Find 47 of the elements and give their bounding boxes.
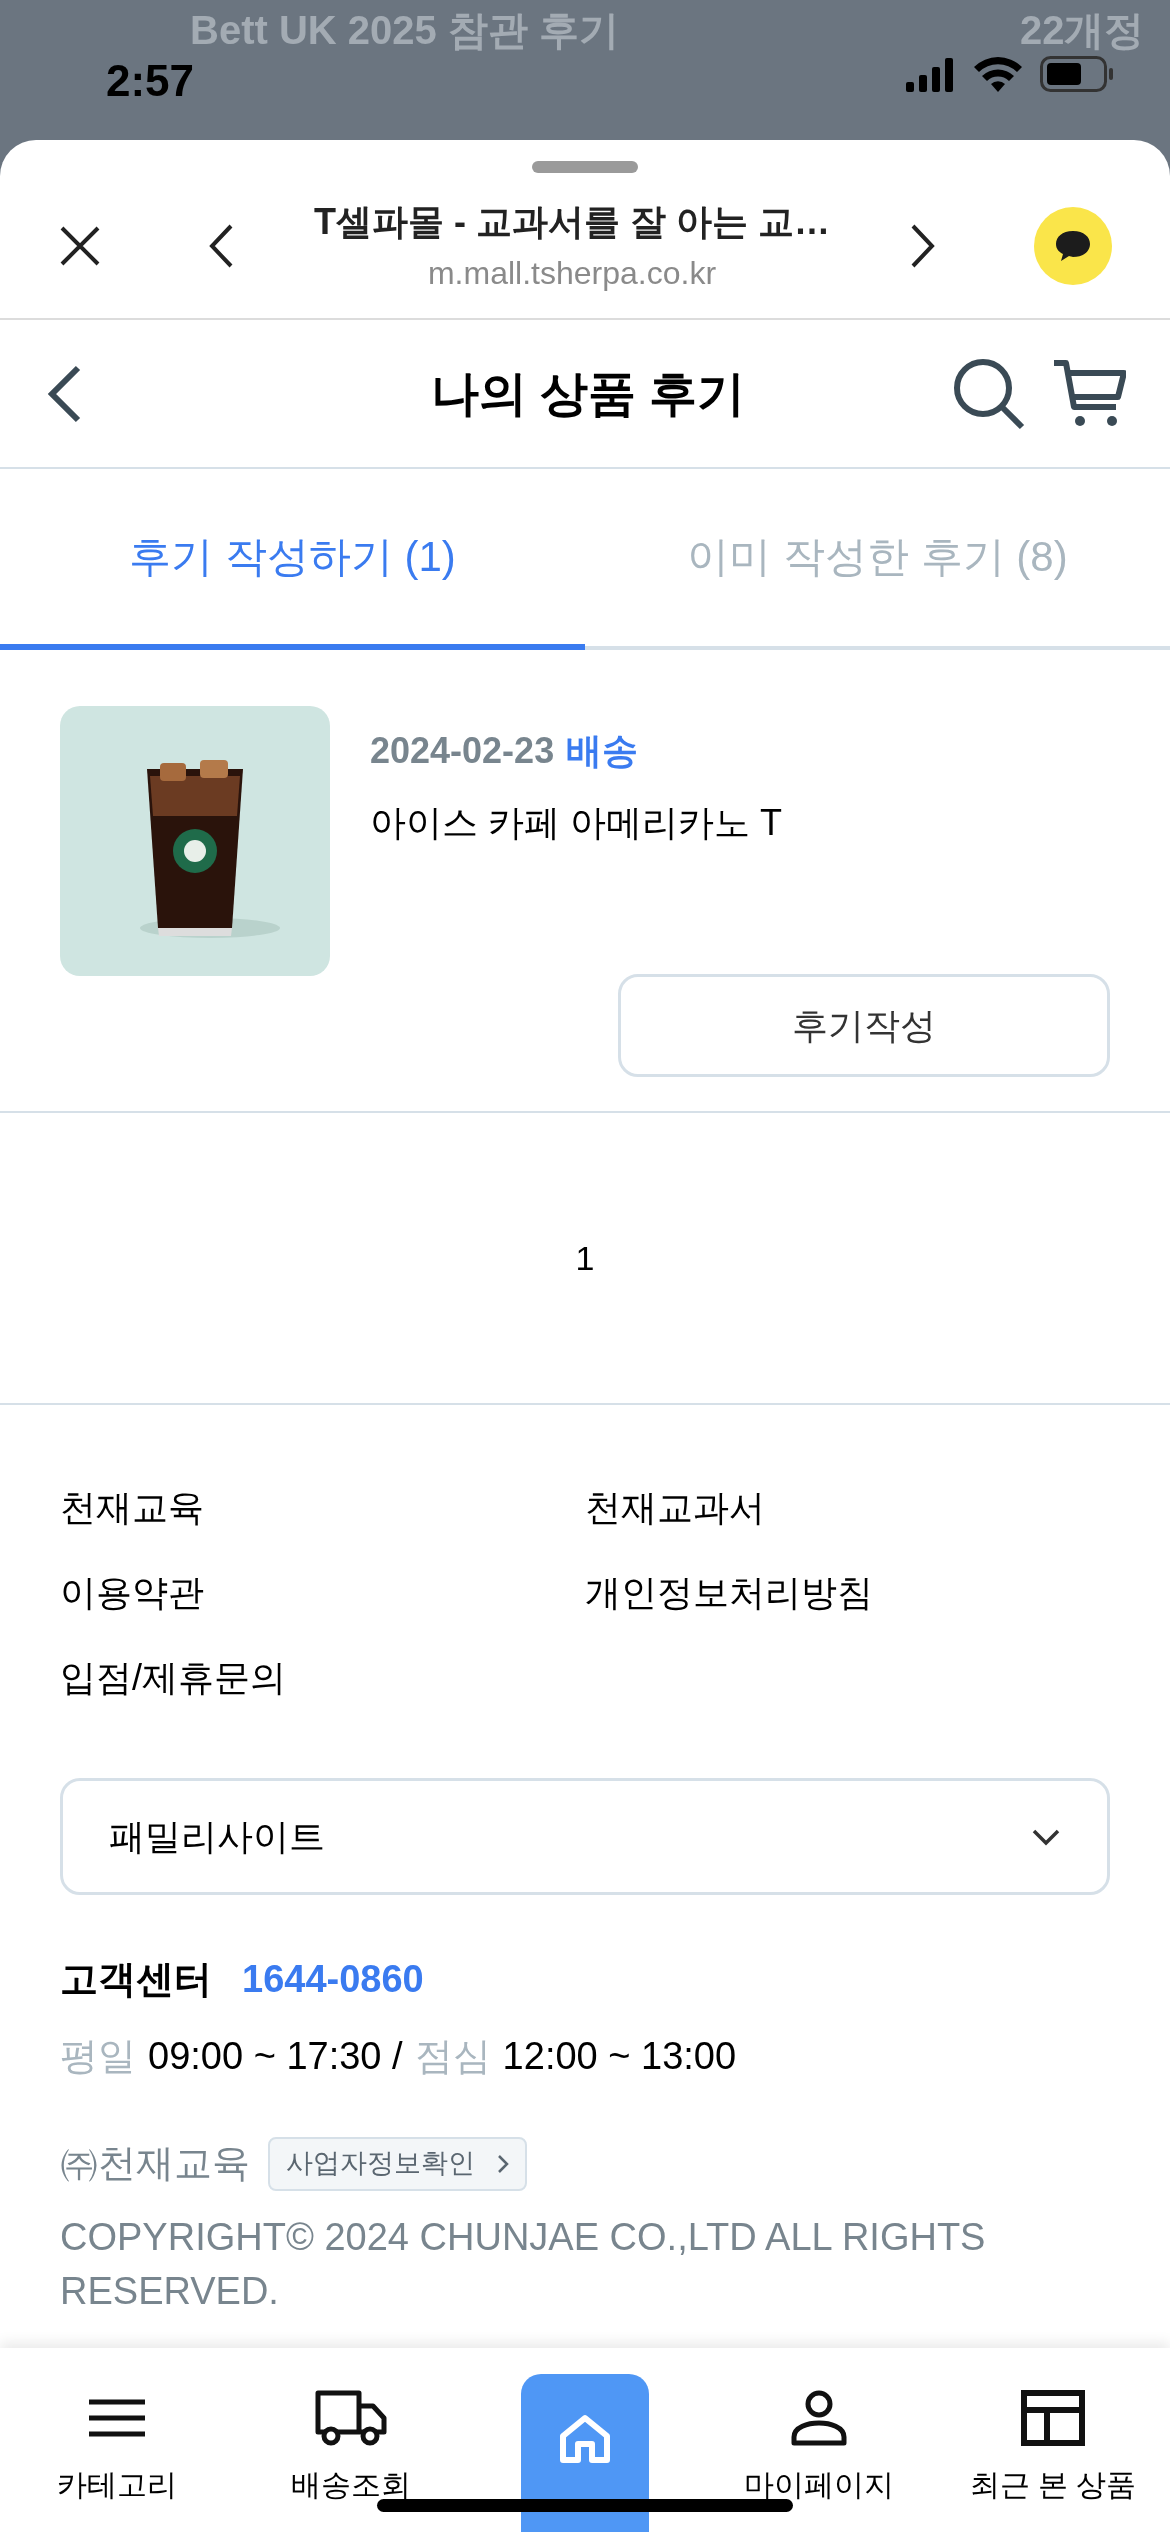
business-info-button[interactable]: 사업자정보확인 (268, 2136, 527, 2191)
home-button[interactable] (521, 2374, 649, 2532)
cart-icon[interactable] (1052, 358, 1126, 429)
page-number[interactable]: 1 (575, 1232, 595, 1284)
home-icon (559, 2414, 611, 2464)
hours-label: 평일 (60, 2034, 136, 2079)
chat-icon[interactable] (1034, 206, 1112, 285)
hours-value: 12:00 ~ 13:00 (502, 2034, 737, 2079)
forward-icon[interactable] (910, 222, 936, 269)
menu-icon (89, 2398, 145, 2438)
write-review-button[interactable]: 후기작성 (618, 974, 1110, 1077)
chevron-right-icon (497, 2153, 509, 2174)
phone-link[interactable]: 1644-0860 (242, 1951, 424, 2008)
footer-link[interactable]: 천재교육 (60, 1487, 204, 1528)
sheet-handle[interactable] (532, 161, 638, 173)
status-time: 2:57 (106, 55, 195, 107)
chevron-down-icon (1031, 1827, 1061, 1846)
company-name: ㈜천재교육 (60, 2141, 250, 2186)
footer-link[interactable]: 입점/제휴문의 (60, 1657, 286, 1698)
footer-link[interactable]: 이용약관 (60, 1572, 204, 1613)
page-title: T셀파몰 - 교과서를 잘 아는 교… (314, 199, 830, 244)
delivery-date: 2024-02-23 (370, 729, 555, 773)
header-title: 나의 상품 후기 (430, 365, 746, 422)
background-text: Bett UK 2025 참관 후기 (190, 7, 619, 54)
product-name: 아이스 카페 아메리카노 T (370, 801, 782, 845)
footer-link[interactable]: 개인정보처리방침 (585, 1572, 873, 1613)
hours-value: 09:00 ~ 17:30 / (148, 2034, 403, 2079)
page-url: m.mall.tsherpa.co.kr (427, 253, 717, 293)
battery-icon (1040, 56, 1114, 92)
family-site-select[interactable]: 패밀리사이트 (60, 1778, 1110, 1895)
search-icon[interactable] (952, 356, 1026, 431)
nav-tab[interactable]: 마이페이지 (744, 2388, 894, 2532)
nav-tab[interactable]: 배송조회 (291, 2388, 411, 2532)
back-icon[interactable] (208, 222, 234, 269)
tab[interactable]: 후기 작성하기 (1) (0, 469, 585, 650)
nav-tab[interactable]: 카테고리 (57, 2388, 177, 2532)
footer-link[interactable]: 천재교과서 (585, 1487, 765, 1528)
hours-label: 점심 (414, 2034, 491, 2079)
truck-icon (315, 2390, 387, 2446)
nav-tab[interactable]: 최근 본 상품 (969, 2388, 1137, 2532)
person-icon (790, 2389, 848, 2447)
copyright-text: COPYRIGHT© 2024 CHUNJAE CO.,LTD ALL RIGHTS RESERVED. (60, 2215, 987, 2314)
customer-center-label: 고객센터 (60, 1957, 212, 2002)
background-text: 22개정 (1020, 7, 1145, 54)
delivery-status: 배송 (566, 729, 639, 773)
layout-icon (1021, 2390, 1085, 2446)
wifi-icon (974, 56, 1022, 92)
